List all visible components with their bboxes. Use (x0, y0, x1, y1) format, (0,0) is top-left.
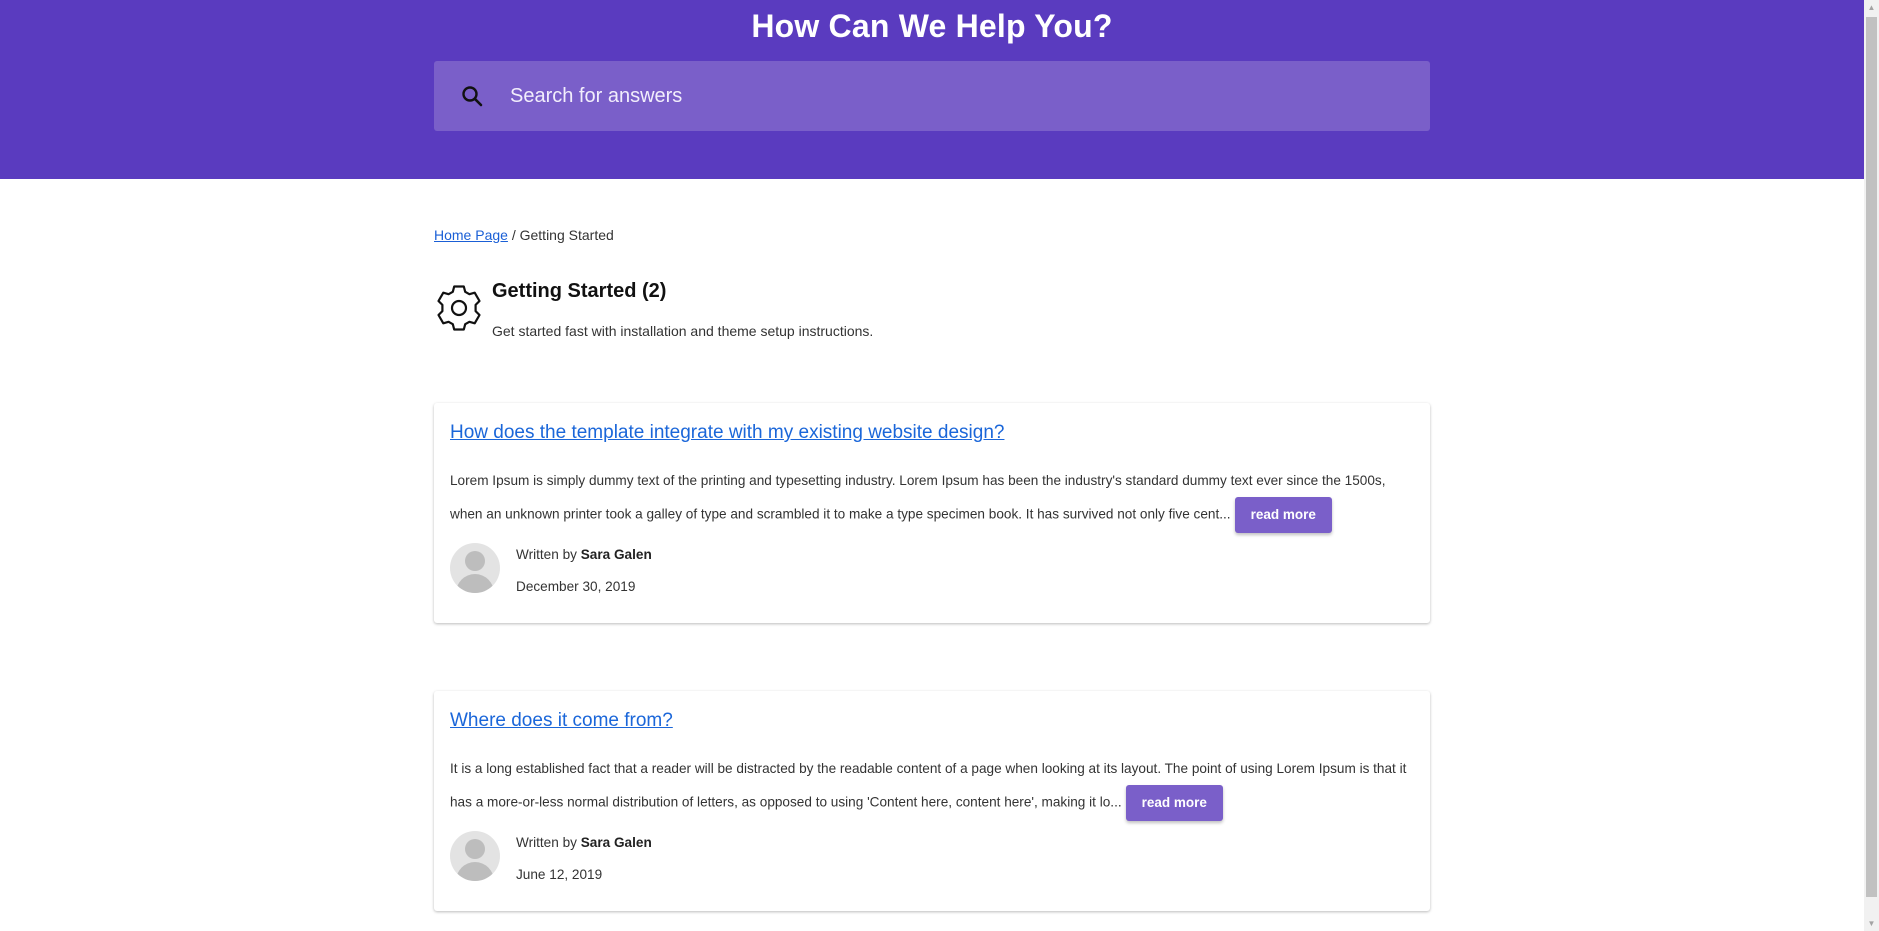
author-line: Written by Sara Galen (516, 835, 652, 850)
article-excerpt-text: It is a long established fact that a rea… (450, 761, 1407, 810)
avatar-body-shape (456, 574, 494, 593)
breadcrumb-current: Getting Started (519, 227, 614, 243)
category-description: Get started fast with installation and t… (492, 323, 874, 339)
author-name: Sara Galen (580, 547, 652, 562)
hero-banner: How Can We Help You? (0, 0, 1864, 179)
read-more-button[interactable]: read more (1125, 785, 1223, 821)
article-excerpt: It is a long established fact that a rea… (450, 753, 1410, 821)
article-title-link[interactable]: How does the template integrate with my … (450, 422, 1004, 444)
search-input[interactable] (510, 61, 1410, 131)
article-card: Where does it come from? It is a long es… (434, 691, 1430, 911)
article-title-link[interactable]: Where does it come from? (450, 710, 673, 732)
breadcrumb-home-link[interactable]: Home Page (434, 227, 508, 243)
scroll-up-arrow[interactable]: ▲ (1864, 0, 1879, 15)
avatar-head-shape (465, 839, 485, 859)
gear-icon (437, 285, 481, 331)
author-avatar (450, 543, 500, 593)
written-by-label: Written by (516, 835, 577, 850)
search-box[interactable] (434, 61, 1430, 131)
author-avatar (450, 831, 500, 881)
avatar-head-shape (465, 551, 485, 571)
search-icon[interactable] (460, 84, 484, 108)
hero-title: How Can We Help You? (751, 8, 1113, 44)
scroll-down-arrow[interactable]: ▼ (1864, 916, 1879, 931)
breadcrumb: Home Page / Getting Started (434, 227, 614, 243)
avatar-body-shape (456, 862, 494, 881)
page-scrollbar[interactable]: ▲ ▼ (1864, 0, 1879, 931)
author-name: Sara Galen (580, 835, 652, 850)
breadcrumb-separator: / (507, 227, 520, 243)
category-title: Getting Started (2) (492, 280, 667, 302)
article-card: How does the template integrate with my … (434, 403, 1430, 623)
post-date: December 30, 2019 (516, 579, 636, 594)
article-excerpt: Lorem Ipsum is simply dummy text of the … (450, 465, 1410, 533)
read-more-button[interactable]: read more (1234, 497, 1332, 533)
post-date: June 12, 2019 (516, 867, 603, 882)
scroll-thumb[interactable] (1866, 17, 1877, 897)
written-by-label: Written by (516, 547, 577, 562)
author-line: Written by Sara Galen (516, 547, 652, 562)
